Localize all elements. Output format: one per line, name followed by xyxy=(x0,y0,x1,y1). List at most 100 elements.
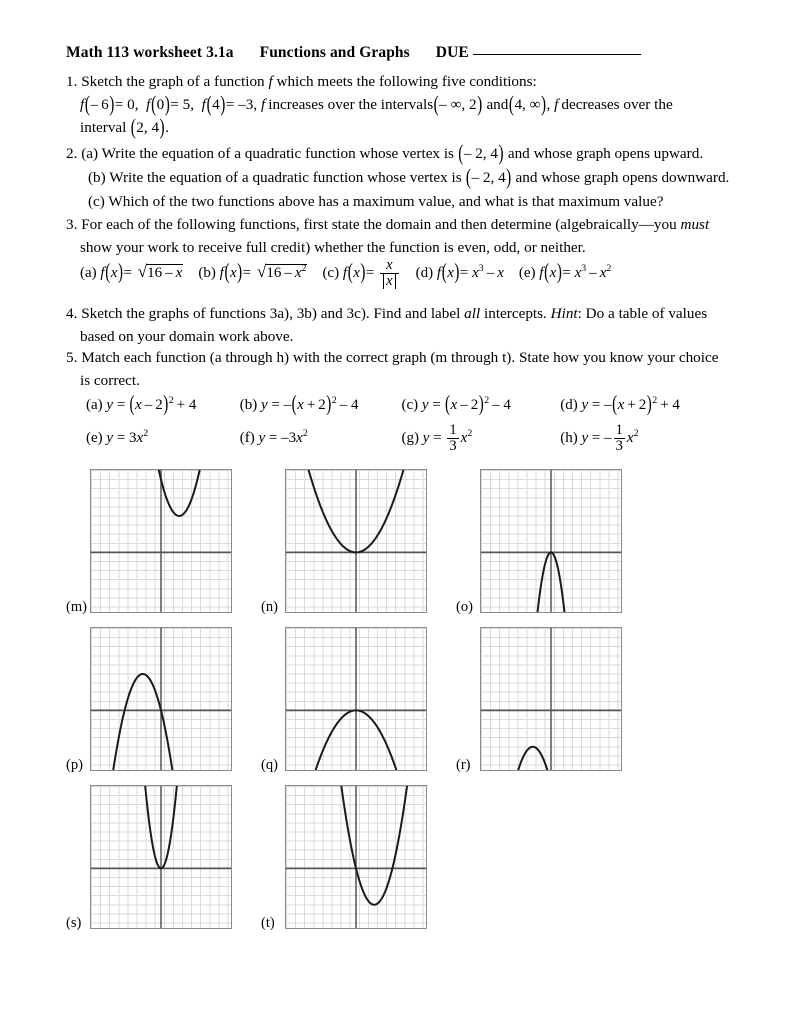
problem-3: 3. For each of the following functions, … xyxy=(66,215,766,258)
problem-3-line1: 3. For each of the following functions, … xyxy=(66,215,766,235)
problem-3-item-c-label: (c) xyxy=(322,265,340,282)
problem-4-line1: 4. Sketch the graphs of functions 3a), 3… xyxy=(66,304,766,324)
problem-3-item-a-label: (a) xyxy=(80,265,97,282)
problem-2-a-label: (a) xyxy=(81,145,99,162)
problem-1-cond-b: = 5, xyxy=(170,95,195,113)
problem-1-number: 1. xyxy=(66,73,78,90)
problem-3-function-list: (a) f(x)= √16 – x (b) f(x)= √16 – x2 (c)… xyxy=(80,257,780,290)
graph-panel-t: (t) xyxy=(261,785,427,931)
problem-3-item-e: (e) f(x)= x3 – x2 xyxy=(518,261,612,285)
graph-panel-r: (r) xyxy=(456,627,622,773)
graph-label-p: (p) xyxy=(66,757,83,773)
problem-5-func-e: (e) y = 3x2 xyxy=(86,428,149,447)
problem-4-line1-c: : Do a table of values xyxy=(577,305,708,322)
graph-box-r xyxy=(480,627,622,771)
problem-4-hint-label: Hint xyxy=(550,305,578,322)
page-title: Math 113 worksheet 3.1a Functions and Gra… xyxy=(66,44,641,62)
graph-panel-q: (q) xyxy=(261,627,427,773)
parabola-curve-m xyxy=(157,470,201,517)
problem-2-part-b: (b) Write the equation of a quadratic fu… xyxy=(88,164,730,190)
problem-1-interval-line: interval (2, 4). xyxy=(80,114,169,140)
graph-box-q xyxy=(285,627,427,771)
problem-3-item-c: (c) f(x)= xx xyxy=(322,257,404,290)
problem-1-stem: 1. Sketch the graph of a function f whic… xyxy=(66,72,756,92)
problem-2-a-post: and whose graph opens upward. xyxy=(507,145,704,162)
graph-box-s xyxy=(90,785,232,929)
problem-1-interval-a: – ∞, 2 xyxy=(439,95,477,113)
problem-5-func-g: (g) y = 1 3 x2 xyxy=(401,422,473,455)
problem-5-functions-row-1: (a) y = (x – 2)2 + 4 (b) y = –(x + 2)2 –… xyxy=(86,393,680,417)
graph-box-o xyxy=(480,469,622,613)
problem-1-period: . xyxy=(165,118,169,136)
graph-box-n xyxy=(285,469,427,613)
problem-3-line2: show your work to receive full credit) w… xyxy=(80,238,586,256)
problem-1-interval-c: 2, 4 xyxy=(136,118,160,136)
problem-2: 2. (a) Write the equation of a quadratic… xyxy=(66,141,766,211)
problem-5-func-f: (f) y = –3x2 xyxy=(239,428,308,447)
problem-2-b-vertex: – 2, 4 xyxy=(471,168,506,186)
due-blank-line xyxy=(472,54,641,55)
parabola-curve-r xyxy=(517,745,549,770)
graph-label-m: (m) xyxy=(66,599,87,615)
topic-title: Functions and Graphs xyxy=(259,44,410,61)
problem-5-func-f-label: (f) xyxy=(239,430,255,447)
problem-5-func-b: (b) y = –(x + 2)2 – 4 xyxy=(239,393,359,417)
problem-5-func-d: (d) y = –(x + 2)2 + 4 xyxy=(560,393,680,417)
problem-1-interval-pre: interval xyxy=(80,118,127,136)
problem-3-item-b: (b) f(x)= √16 – x2 xyxy=(198,261,308,285)
problem-4: 4. Sketch the graphs of functions 3a), 3… xyxy=(66,304,766,347)
graph-box-m xyxy=(90,469,232,613)
graph-label-o: (o) xyxy=(456,599,473,615)
problem-5-line1: 5. Match each function (a through h) wit… xyxy=(66,348,776,368)
problem-1-cond-c: = –3, xyxy=(225,95,258,113)
problem-5-number: 5. xyxy=(66,349,78,366)
graph-label-r: (r) xyxy=(456,757,471,773)
problem-2-b-pre: Write the equation of a quadratic functi… xyxy=(109,168,462,186)
problem-5-func-e-label: (e) xyxy=(86,430,103,447)
graph-panel-o: (o) xyxy=(456,469,622,615)
graph-box-p xyxy=(90,627,232,771)
problem-3-functions-row: (a) f(x)= √16 – x (b) f(x)= √16 – x2 (c)… xyxy=(80,257,780,290)
problem-5-func-c: (c) y = (x – 2)2 – 4 xyxy=(401,393,511,417)
problem-5-func-d-label: (d) xyxy=(560,397,578,413)
problem-5-functions-row-2: (e) y = 3x2 (f) y = –3x2 (g) y = 1 3 x2 (h… xyxy=(86,422,639,455)
problem-4-line2: based on your domain work above. xyxy=(80,327,294,345)
parabola-curve-p xyxy=(112,672,174,770)
problem-5-func-h-label: (h) xyxy=(560,430,578,447)
problem-1: 1. Sketch the graph of a function f whic… xyxy=(66,72,756,140)
problem-3-item-d-label: (d) xyxy=(415,265,434,282)
problem-1-cond-d: increases over the intervals xyxy=(268,95,434,113)
problem-5: 5. Match each function (a through h) wit… xyxy=(66,348,776,391)
worksheet-page: Math 113 worksheet 3.1a Functions and Gra… xyxy=(0,0,791,1024)
course-title: Math 113 worksheet 3.1a xyxy=(66,44,234,61)
graph-label-t: (t) xyxy=(261,915,275,931)
problem-2-c-label: (c) xyxy=(88,192,105,210)
problem-3-item-a: (a) f(x)= √16 – x xyxy=(80,261,184,285)
problem-2-c-text: Which of the two functions above has a m… xyxy=(108,192,664,210)
problem-4-emphasis-all: all xyxy=(464,305,481,322)
problem-5-func-h: (h) y = –1 3 x2 xyxy=(560,422,639,455)
problem-1-stem-text: Sketch the graph of a function xyxy=(81,73,265,90)
problem-3-item-d: (d) f(x)= x3 – x xyxy=(415,261,504,285)
problem-5-func-c-label: (c) xyxy=(401,397,419,413)
problem-2-a-vertex: – 2, 4 xyxy=(463,145,498,162)
problem-3-item-e-label: (e) xyxy=(518,265,536,282)
problem-5-line2: is correct. xyxy=(80,371,140,389)
problem-1-interval-b: 4, ∞ xyxy=(514,95,541,113)
problem-3-line1-text: For each of the following functions, fir… xyxy=(81,216,677,233)
problem-5-func-a: (a) y = (x – 2)2 + 4 xyxy=(86,393,197,417)
graph-panel-s: (s) xyxy=(66,785,232,931)
parabola-curve-t xyxy=(340,786,409,906)
problem-5-func-a-label: (a) xyxy=(86,397,103,413)
graph-label-q: (q) xyxy=(261,757,278,773)
problem-2-b-label: (b) xyxy=(88,168,106,186)
problem-2-part-a: 2. (a) Write the equation of a quadratic… xyxy=(66,141,704,166)
problem-1-cond-a: = 0, xyxy=(114,95,139,113)
graph-box-t xyxy=(285,785,427,929)
graph-panel-n: (n) xyxy=(261,469,427,615)
problem-2-a-pre: Write the equation of a quadratic functi… xyxy=(101,145,454,162)
graph-panel-p: (p) xyxy=(66,627,232,773)
problem-4-number: 4. xyxy=(66,305,78,322)
problem-1-cond-e: decreases over the xyxy=(561,95,673,113)
problem-1-stem-rest: which meets the following five condition… xyxy=(276,73,537,90)
